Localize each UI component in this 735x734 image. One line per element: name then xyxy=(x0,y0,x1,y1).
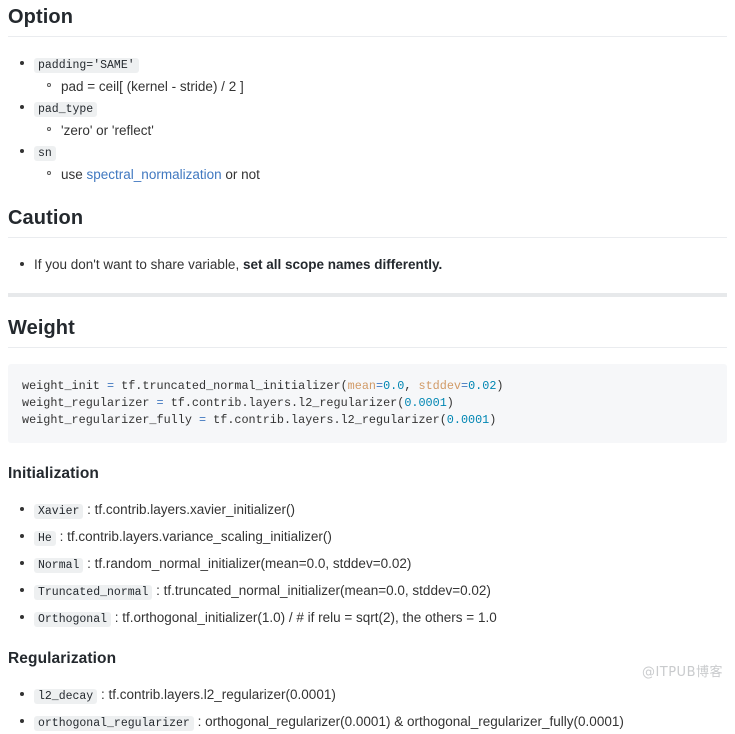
heading-weight: Weight xyxy=(8,317,727,348)
code-token: 0.0 xyxy=(383,379,405,393)
heading-caution: Caution xyxy=(8,207,727,238)
sub-item-text: 'zero' or 'reflect' xyxy=(61,123,154,138)
item-text: : orthogonal_regularizer(0.0001) & ortho… xyxy=(193,714,624,729)
inline-code: He xyxy=(34,531,56,546)
list-item: pad_type 'zero' or 'reflect' xyxy=(8,97,727,141)
list-item: orthogonal_regularizer : orthogonal_regu… xyxy=(8,711,727,734)
list-item: 'zero' or 'reflect' xyxy=(34,120,727,141)
inline-code: Normal xyxy=(34,558,84,573)
code-token: = xyxy=(198,413,207,427)
heading-option: Option xyxy=(8,6,727,37)
inline-code: orthogonal_regularizer xyxy=(34,716,194,731)
sub-item-text: pad = ceil[ (kernel - stride) / 2 ] xyxy=(61,79,244,94)
option-sublist: pad = ceil[ (kernel - stride) / 2 ] xyxy=(34,76,727,97)
code-token: ) xyxy=(446,396,454,410)
list-item: l2_decay : tf.contrib.layers.l2_regulari… xyxy=(8,684,727,707)
item-text: : tf.random_normal_initializer(mean=0.0,… xyxy=(83,556,412,571)
inline-code: Xavier xyxy=(34,504,84,519)
initialization-list: Xavier : tf.contrib.layers.xavier_initia… xyxy=(8,499,727,630)
inline-code: sn xyxy=(34,146,56,161)
code-token: ) xyxy=(489,413,497,427)
watermark: @ITPUB博客 xyxy=(641,665,723,680)
code-token: 0.0001 xyxy=(404,396,447,410)
sub-item-text-suffix: or not xyxy=(221,167,260,182)
list-item: If you don't want to share variable, set… xyxy=(8,254,727,275)
list-item: Truncated_normal : tf.truncated_normal_i… xyxy=(8,580,727,603)
code-token: weight_regularizer xyxy=(22,396,157,410)
list-item: sn use spectral_normalization or not xyxy=(8,141,727,185)
list-item: Normal : tf.random_normal_initializer(me… xyxy=(8,553,727,576)
item-text: : tf.contrib.layers.l2_regularizer(0.000… xyxy=(97,687,336,702)
item-text: : tf.truncated_normal_initializer(mean=0… xyxy=(152,583,491,598)
item-text: : tf.orthogonal_initializer(1.0) / # if … xyxy=(111,610,497,625)
code-token: , xyxy=(404,379,419,393)
code-token: weight_init xyxy=(22,379,107,393)
option-sublist: use spectral_normalization or not xyxy=(34,164,727,185)
markdown-document: Option padding='SAME' pad = ceil[ (kerne… xyxy=(0,0,735,731)
code-token: tf.contrib.layers.l2_regularizer( xyxy=(206,413,447,427)
option-sublist: 'zero' or 'reflect' xyxy=(34,120,727,141)
list-item: Xavier : tf.contrib.layers.xavier_initia… xyxy=(8,499,727,522)
inline-code: Orthogonal xyxy=(34,612,112,627)
list-item: use spectral_normalization or not xyxy=(34,164,727,185)
list-item: padding='SAME' pad = ceil[ (kernel - str… xyxy=(8,53,727,97)
spectral-normalization-link[interactable]: spectral_normalization xyxy=(87,167,222,182)
heading-regularization: Regularization xyxy=(8,650,117,667)
list-item: He : tf.contrib.layers.variance_scaling_… xyxy=(8,526,727,549)
sub-item-text-prefix: use xyxy=(61,167,87,182)
inline-code: Truncated_normal xyxy=(34,585,153,600)
weight-code-block: weight_init = tf.truncated_normal_initia… xyxy=(8,364,727,443)
inline-code: padding='SAME' xyxy=(34,58,139,73)
code-token: stddev xyxy=(418,379,461,393)
option-list: padding='SAME' pad = ceil[ (kernel - str… xyxy=(8,53,727,185)
item-text: : tf.contrib.layers.variance_scaling_ini… xyxy=(55,529,332,544)
list-item: pad = ceil[ (kernel - stride) / 2 ] xyxy=(34,76,727,97)
inline-code: pad_type xyxy=(34,102,98,117)
code-token: = xyxy=(156,396,164,410)
regularization-list: l2_decay : tf.contrib.layers.l2_regulari… xyxy=(8,684,727,734)
code-token: 0.0001 xyxy=(446,413,490,427)
code-token: = xyxy=(106,379,115,393)
inline-code: l2_decay xyxy=(34,689,98,704)
list-item: Orthogonal : tf.orthogonal_initializer(1… xyxy=(8,607,727,630)
caution-list: If you don't want to share variable, set… xyxy=(8,254,727,275)
item-text: : tf.contrib.layers.xavier_initializer() xyxy=(83,502,295,517)
caution-text-emphasis: set all scope names differently. xyxy=(242,257,443,272)
code-token: tf.truncated_normal_initializer( xyxy=(114,379,348,393)
code-token: weight_regularizer_fully xyxy=(22,413,199,427)
caution-text: If you don't want to share variable, xyxy=(34,257,243,272)
code-token: mean xyxy=(347,379,376,393)
heading-initialization: Initialization xyxy=(8,465,99,482)
code-token: ) xyxy=(496,379,504,393)
code-token: tf.contrib.layers.l2_regularizer( xyxy=(163,396,405,410)
code-token: 0.02 xyxy=(468,379,497,393)
